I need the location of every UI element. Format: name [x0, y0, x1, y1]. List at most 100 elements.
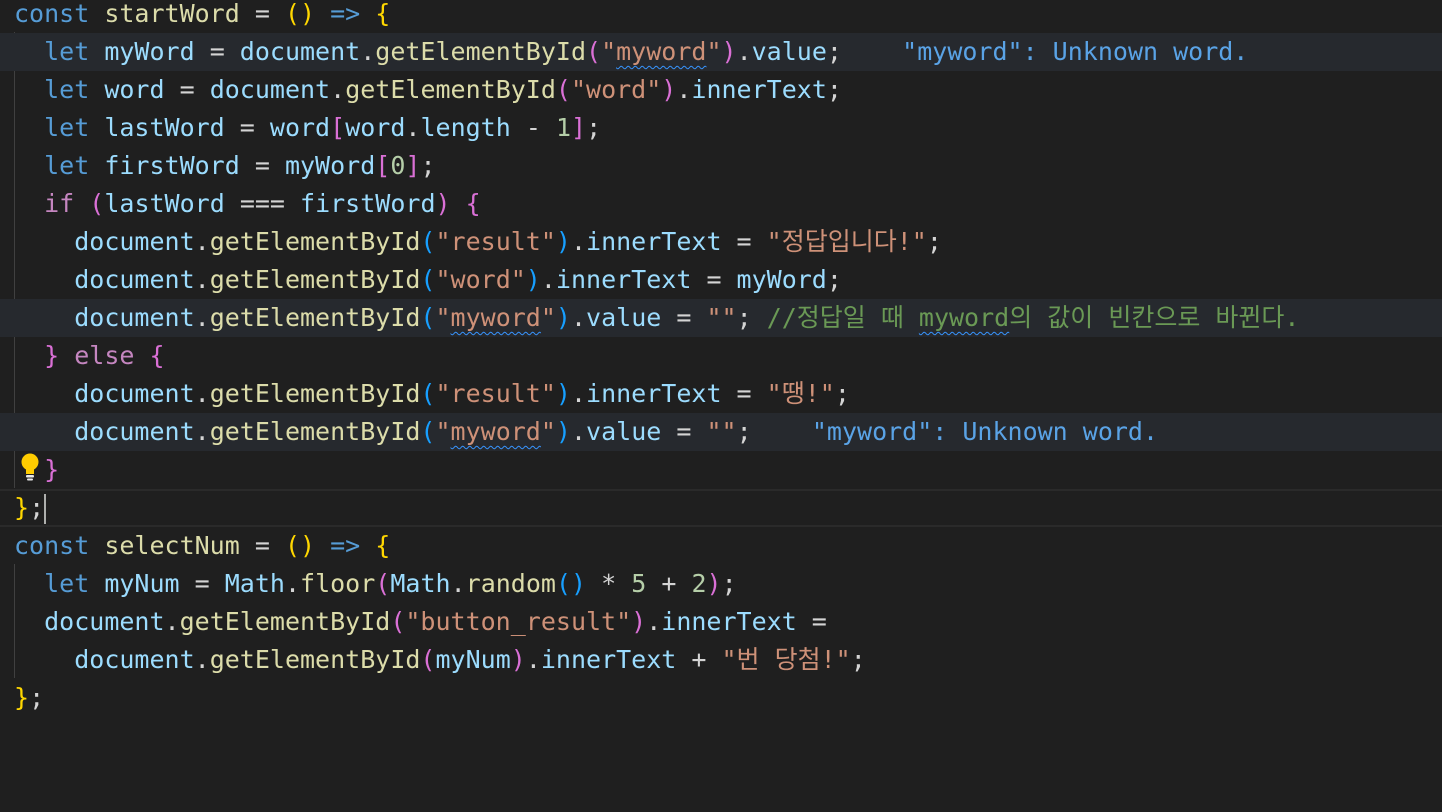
code-token: )	[661, 75, 677, 104]
code-editor[interactable]: const startWord = () => { let myWord = d…	[0, 0, 1442, 812]
code-token: document	[74, 227, 195, 256]
code-token: ]	[405, 151, 421, 180]
code-token: )	[555, 227, 571, 256]
code-token: getElementById	[209, 379, 421, 408]
code-line[interactable]: document.getElementById("result").innerT…	[0, 375, 1442, 413]
code-token: (	[420, 265, 436, 294]
code-token: word	[345, 113, 406, 142]
code-token: 5	[631, 569, 647, 598]
code-token: .	[194, 417, 210, 446]
code-line[interactable]: document.getElementById(myNum).innerText…	[0, 641, 1442, 679]
code-token: document	[74, 379, 195, 408]
code-token: 1	[555, 113, 571, 142]
code-line[interactable]: };	[0, 679, 1442, 717]
code-token: =	[224, 113, 270, 142]
code-token: )	[510, 645, 526, 674]
code-token: }	[14, 493, 30, 522]
code-token: (	[420, 303, 436, 332]
code-line[interactable]: document.getElementById("myword").value …	[0, 299, 1442, 337]
code-token: +	[646, 569, 692, 598]
code-token: let	[44, 569, 90, 598]
diagnostic-message: "myword": Unknown word.	[811, 417, 1159, 446]
code-token: .	[284, 569, 301, 598]
code-token: 0	[390, 151, 406, 180]
code-line[interactable]: document.getElementById("myword").value …	[0, 413, 1442, 451]
code-token: value	[586, 417, 662, 446]
code-token: (	[555, 75, 571, 104]
code-token: getElementById	[209, 265, 421, 294]
code-line[interactable]: document.getElementById("word").innerTex…	[0, 261, 1442, 299]
code-token: {	[375, 0, 391, 28]
code-token: firstWord	[300, 189, 436, 218]
code-token: lastWord	[104, 113, 225, 142]
code-token: innerText	[691, 75, 827, 104]
code-token: document	[239, 37, 361, 66]
code-token: random	[465, 569, 556, 598]
code-line[interactable]: let lastWord = word[word.length - 1];	[0, 109, 1442, 147]
code-token: (	[420, 379, 436, 408]
code-line[interactable]: document.getElementById("button_result")…	[0, 603, 1442, 641]
code-token: else	[74, 341, 135, 370]
lightbulb-icon[interactable]	[18, 452, 42, 482]
code-token: ;	[420, 151, 436, 180]
code-token: myNum	[104, 569, 180, 598]
code-token: =>	[330, 531, 361, 560]
code-line[interactable]: };	[0, 489, 1442, 527]
code-token: +	[676, 645, 722, 674]
diagnostic-message: "myword": Unknown word.	[902, 37, 1249, 66]
code-token: )	[706, 569, 722, 598]
code-line[interactable]: document.getElementById("result").innerT…	[0, 223, 1442, 261]
code-line[interactable]: if (lastWord === firstWord) {	[0, 185, 1442, 223]
code-line[interactable]: const selectNum = () => {	[0, 527, 1442, 565]
code-token: //정답일 때	[766, 303, 919, 332]
code-token: getElementById	[209, 417, 421, 446]
code-token: let	[44, 75, 90, 104]
code-token: ;	[834, 379, 850, 408]
code-token: }	[44, 341, 60, 370]
code-token: document	[74, 303, 195, 332]
code-token: {	[149, 341, 165, 370]
code-token: ""	[706, 303, 737, 332]
code-token: "땡!"	[766, 379, 835, 408]
code-line[interactable]: let myNum = Math.floor(Math.random() * 5…	[0, 565, 1442, 603]
code-token: Math	[224, 569, 285, 598]
code-token: ()	[555, 569, 587, 598]
code-token: ;	[826, 75, 842, 104]
code-token: getElementById	[375, 37, 586, 66]
code-line[interactable]: }	[0, 451, 1442, 489]
code-token: firstWord	[104, 151, 240, 180]
code-token: .	[405, 113, 421, 142]
code-token: length	[420, 113, 511, 142]
code-token: floor	[300, 569, 376, 598]
code-token: =	[661, 417, 707, 446]
code-token: myword	[450, 303, 541, 332]
code-line[interactable]: } else {	[0, 337, 1442, 375]
code-token: ;	[926, 227, 942, 256]
code-token: )	[631, 607, 647, 636]
code-token: "	[435, 417, 451, 446]
code-token: ;	[586, 113, 602, 142]
code-token: =	[194, 37, 240, 66]
code-token: myword	[450, 417, 541, 446]
code-line[interactable]: let myWord = document.getElementById("my…	[0, 33, 1442, 71]
code-token: document	[44, 607, 165, 636]
code-token: "	[601, 37, 617, 66]
code-token: Math	[390, 569, 451, 598]
code-line[interactable]: let word = document.getElementById("word…	[0, 71, 1442, 109]
code-token: ;	[826, 265, 842, 294]
code-token: const	[14, 531, 90, 560]
code-line[interactable]: let firstWord = myWord[0];	[0, 147, 1442, 185]
code-token: "result"	[435, 227, 556, 256]
code-token: innerText	[661, 607, 797, 636]
code-token: "	[706, 37, 722, 66]
code-token: {	[465, 189, 481, 218]
code-line[interactable]: const startWord = () => {	[0, 0, 1442, 33]
